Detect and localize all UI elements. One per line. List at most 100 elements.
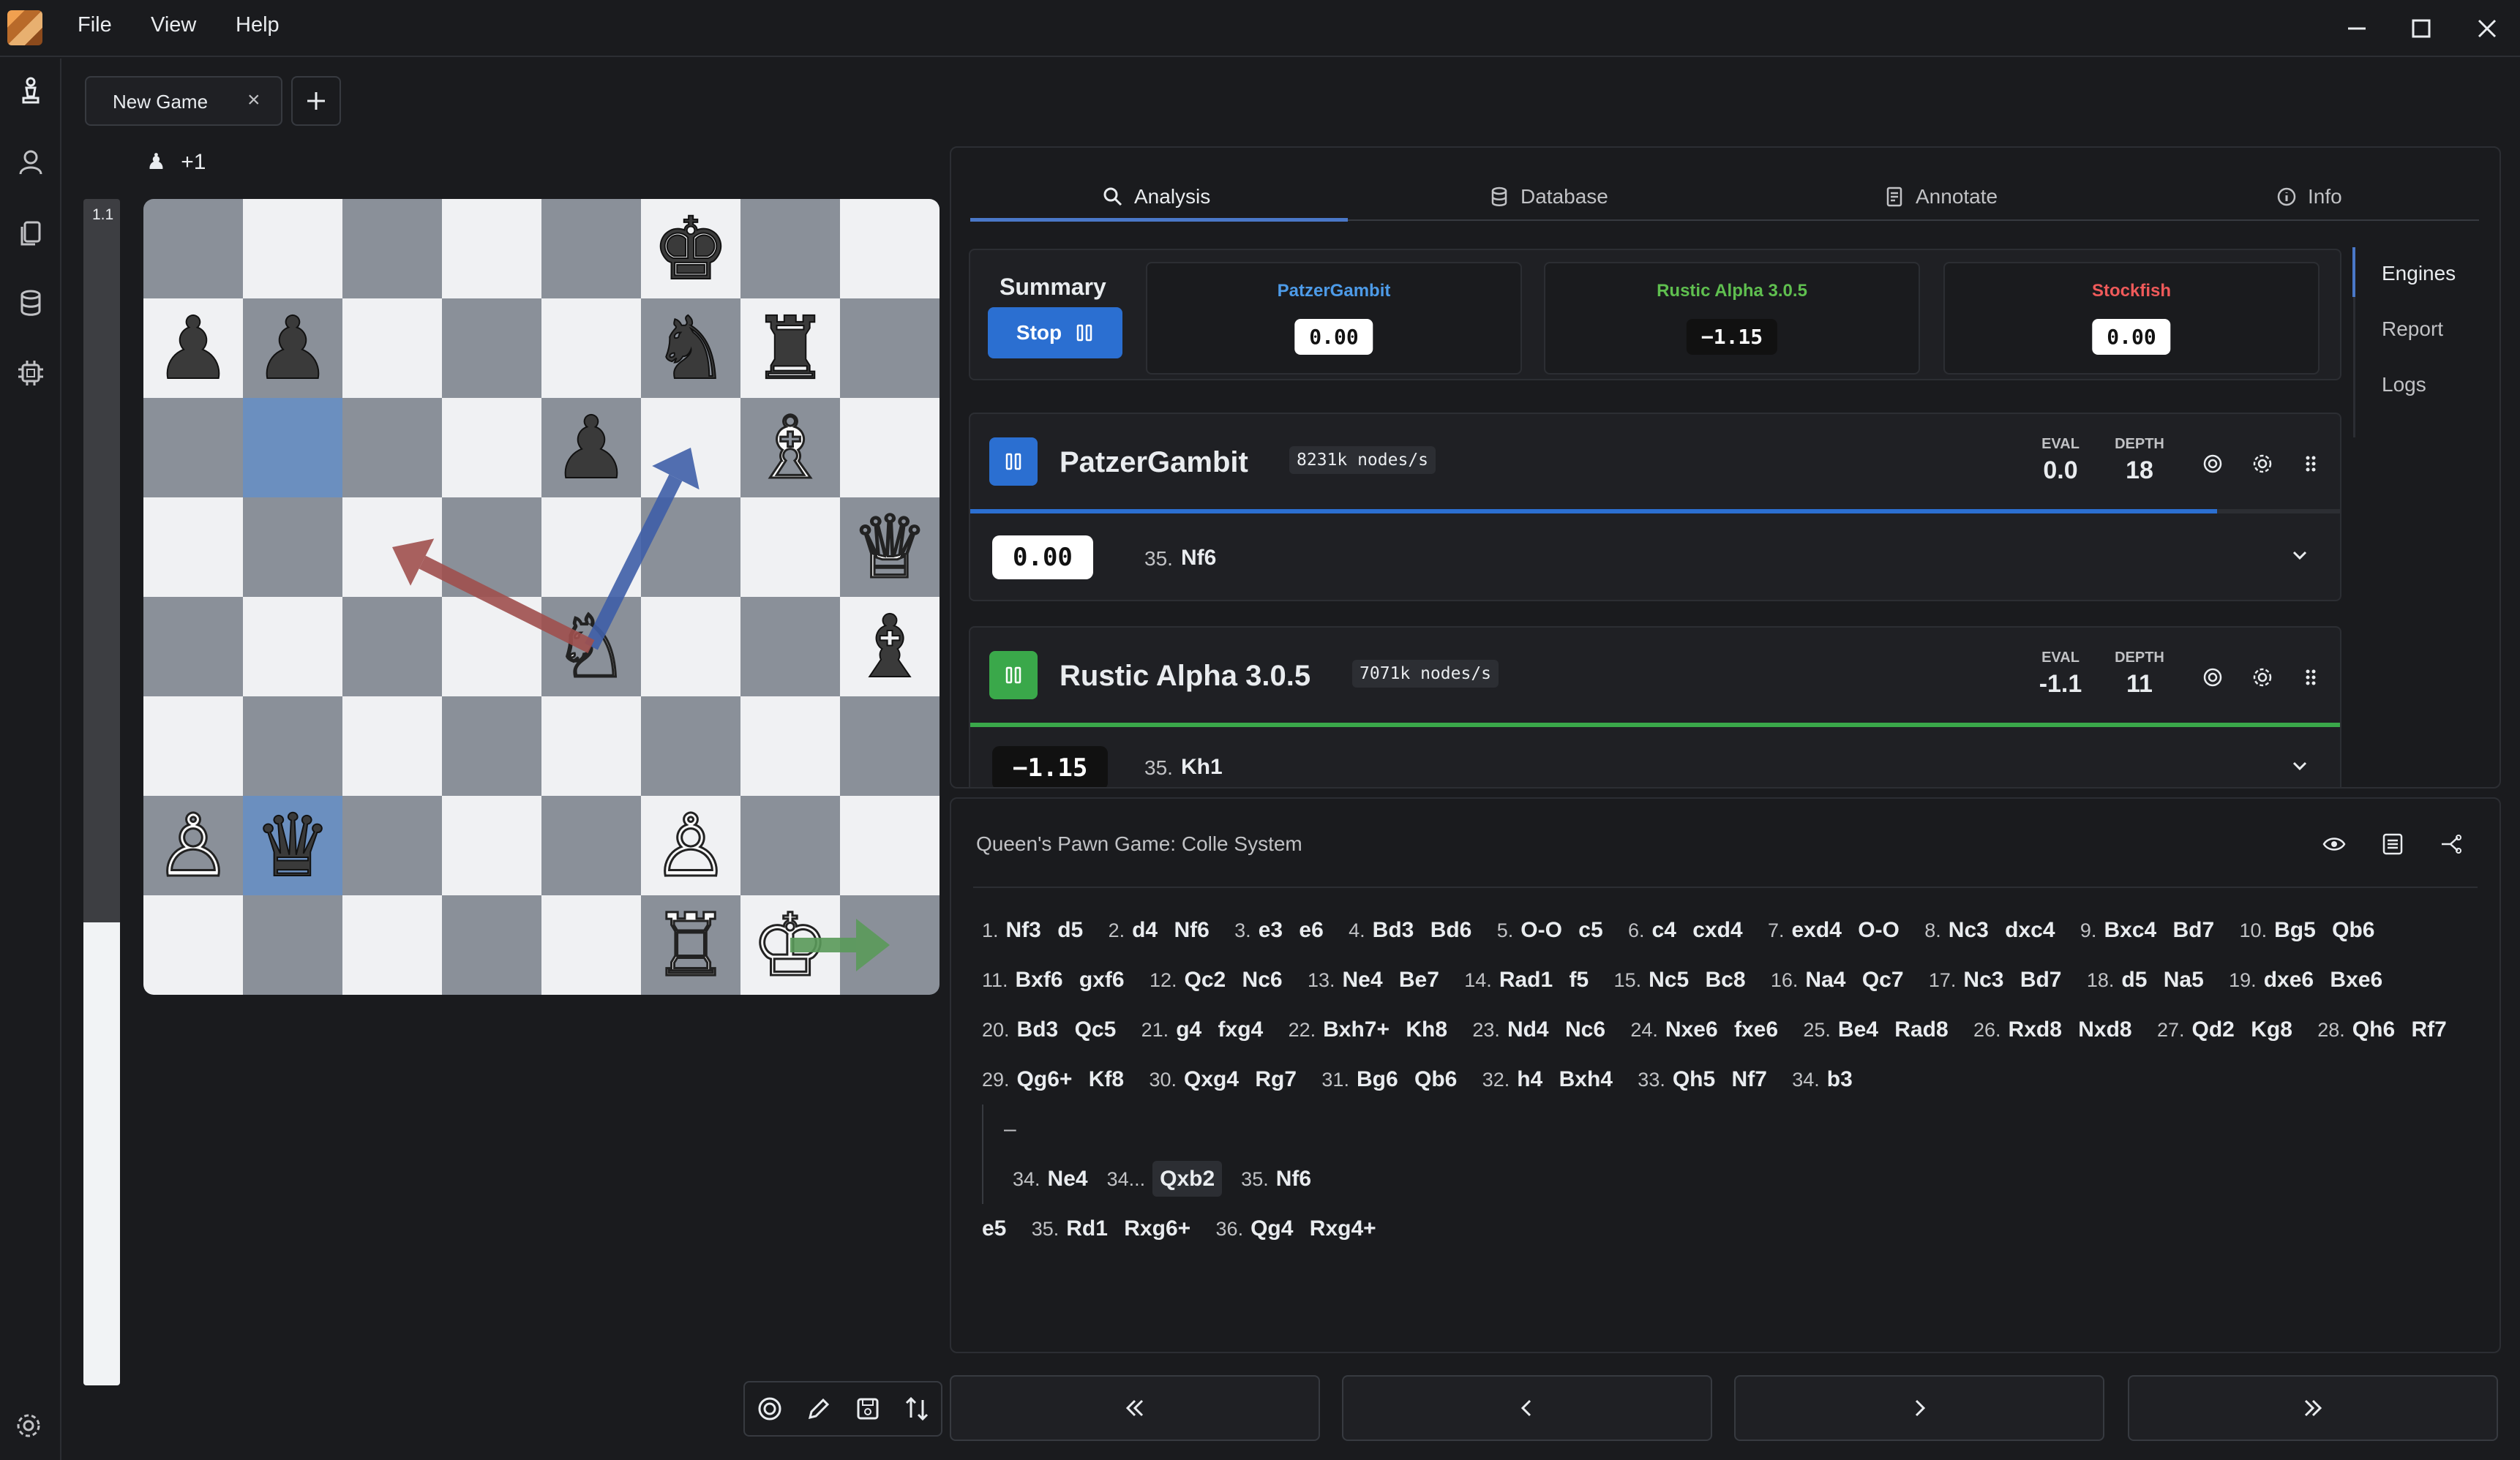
square-a4[interactable] [143, 597, 243, 696]
square-d8[interactable] [442, 199, 541, 298]
square-f1[interactable]: ♖ [641, 895, 740, 995]
square-h7[interactable] [840, 298, 940, 398]
move[interactable]: Qc2 [1184, 968, 1226, 992]
move[interactable]: Bxe6 [2330, 968, 2382, 992]
move[interactable]: Ne4 [1048, 1167, 1088, 1191]
move[interactable]: Nc3 [1949, 918, 1989, 942]
square-a1[interactable] [143, 895, 243, 995]
square-f5[interactable] [641, 497, 740, 597]
files-icon[interactable] [12, 214, 50, 252]
chess-board-icon[interactable] [12, 72, 50, 110]
move[interactable]: Qh6 [2352, 1017, 2395, 1042]
square-f4[interactable] [641, 597, 740, 696]
move[interactable]: Qc7 [1862, 968, 1904, 992]
square-a6[interactable] [143, 398, 243, 497]
user-icon[interactable] [12, 143, 50, 181]
piece-f7[interactable]: ♞ [651, 304, 730, 392]
square-e4[interactable]: ♘ [541, 597, 641, 696]
piece-b2[interactable]: ♛ [253, 802, 332, 889]
piece-f2[interactable]: ♙ [651, 802, 731, 890]
minimize-icon[interactable] [2339, 10, 2375, 47]
move[interactable]: Rxg6+ [1124, 1216, 1190, 1241]
piece-h5[interactable]: ♕ [850, 503, 930, 592]
move[interactable]: Nf6 [1174, 918, 1209, 942]
move[interactable]: Bxh4 [1559, 1067, 1613, 1091]
piece-g6[interactable]: ♗ [751, 404, 830, 492]
move[interactable]: c5 [1578, 918, 1602, 942]
move[interactable]: Kh8 [1406, 1017, 1447, 1042]
move[interactable]: Qb6 [2332, 918, 2374, 942]
move[interactable]: Bd7 [2020, 968, 2062, 992]
move[interactable]: cxd4 [1692, 918, 1742, 942]
move[interactable]: e6 [1299, 918, 1323, 942]
piece-e4[interactable]: ♘ [552, 603, 631, 691]
move[interactable]: O-O [1520, 918, 1562, 942]
move[interactable]: Nf6 [1276, 1167, 1311, 1191]
first-move-button[interactable] [950, 1375, 1320, 1441]
square-d3[interactable] [442, 696, 541, 796]
move[interactable]: d5 [2121, 968, 2147, 992]
target-icon[interactable] [2198, 449, 2227, 478]
move[interactable]: h4 [1517, 1067, 1542, 1091]
move[interactable]: Bxc4 [2104, 918, 2156, 942]
move[interactable]: Nd4 [1507, 1017, 1549, 1042]
square-d1[interactable] [442, 895, 541, 995]
square-h1[interactable] [840, 895, 940, 995]
move[interactable]: Rad1 [1499, 968, 1553, 992]
square-f6[interactable] [641, 398, 740, 497]
square-c7[interactable] [342, 298, 442, 398]
engine-best-line[interactable]: −1.15 35. Kh1 [970, 737, 2340, 787]
move[interactable]: Nc3 [1963, 968, 2003, 992]
move[interactable]: Bc8 [1705, 968, 1745, 992]
piece-a2[interactable]: ♙ [154, 802, 233, 890]
drag-handle-icon[interactable] [2296, 449, 2325, 478]
square-g8[interactable] [740, 199, 840, 298]
move[interactable]: Rxd8 [2009, 1017, 2062, 1042]
close-tab-icon[interactable]: × [247, 88, 260, 113]
square-h8[interactable] [840, 199, 940, 298]
move[interactable]: Rxg4+ [1310, 1216, 1376, 1241]
move[interactable]: Be7 [1399, 968, 1439, 992]
square-c1[interactable] [342, 895, 442, 995]
move[interactable]: Qxg4 [1184, 1067, 1239, 1091]
square-f7[interactable]: ♞ [641, 298, 740, 398]
edit-icon[interactable] [794, 1382, 843, 1435]
square-c4[interactable] [342, 597, 442, 696]
square-a3[interactable] [143, 696, 243, 796]
side-tab-report[interactable]: Report [2382, 317, 2443, 341]
move[interactable]: Na4 [1805, 968, 1845, 992]
move[interactable]: dxe6 [2264, 968, 2314, 992]
move[interactable]: Kf8 [1089, 1067, 1124, 1091]
square-e3[interactable] [541, 696, 641, 796]
square-c8[interactable] [342, 199, 442, 298]
gear-icon[interactable] [2248, 663, 2277, 692]
move[interactable]: Kg8 [2251, 1017, 2292, 1042]
move[interactable]: Be4 [1838, 1017, 1878, 1042]
line-move[interactable]: Nf6 [1181, 546, 1216, 571]
branch-icon[interactable] [2435, 828, 2467, 860]
square-d5[interactable] [442, 497, 541, 597]
square-b2[interactable]: ♛ [243, 796, 342, 895]
move[interactable]: Bd7 [2173, 918, 2215, 942]
square-c5[interactable] [342, 497, 442, 597]
move[interactable]: Bg5 [2274, 918, 2316, 942]
square-b6[interactable] [243, 398, 342, 497]
gear-icon[interactable] [2248, 449, 2277, 478]
square-e5[interactable] [541, 497, 641, 597]
move[interactable]: Rf7 [2411, 1017, 2446, 1042]
stop-button[interactable]: Stop [988, 307, 1122, 358]
menu-help[interactable]: Help [236, 13, 280, 37]
engine-toggle-button[interactable] [989, 437, 1038, 486]
move[interactable]: Qg4 [1250, 1216, 1293, 1241]
move[interactable]: Nc5 [1649, 968, 1689, 992]
square-h3[interactable] [840, 696, 940, 796]
square-a5[interactable] [143, 497, 243, 597]
chevron-down-icon[interactable] [2289, 544, 2311, 566]
square-c2[interactable] [342, 796, 442, 895]
square-e7[interactable] [541, 298, 641, 398]
move[interactable]: Na5 [2164, 968, 2204, 992]
square-e6[interactable]: ♟ [541, 398, 641, 497]
last-move-button[interactable] [2128, 1375, 2498, 1441]
square-d7[interactable] [442, 298, 541, 398]
square-f3[interactable] [641, 696, 740, 796]
